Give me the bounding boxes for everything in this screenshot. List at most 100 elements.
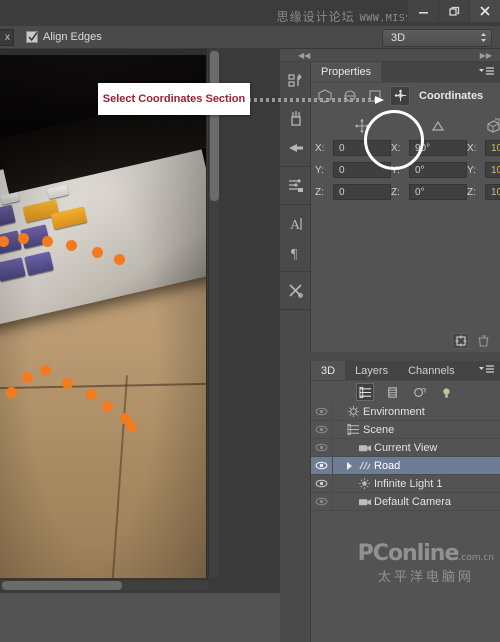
position-x-input[interactable]: 0 [333, 140, 391, 156]
canvas-viewport[interactable] [0, 49, 207, 578]
rail-group-brush [280, 100, 310, 167]
coordinates-column-icons [315, 114, 500, 138]
workspace-selector-value: 3D [391, 32, 406, 44]
tab-properties[interactable]: Properties [311, 62, 382, 82]
material-filter-icon[interactable] [410, 383, 428, 401]
coordinate-row-x: X: 0 X: 90° X: 100% [315, 138, 500, 158]
dock-divider[interactable] [280, 352, 500, 361]
visibility-toggle[interactable] [311, 402, 333, 421]
path-marker-dot [6, 387, 17, 398]
path-marker-dot [66, 240, 77, 251]
document-photo [0, 55, 206, 578]
history-icon[interactable] [280, 66, 311, 95]
forum-watermark-chinese: 思缘设计论坛 [276, 10, 355, 24]
delete-button[interactable] [475, 333, 492, 349]
position-z-input[interactable]: 0 [333, 184, 391, 200]
list-item[interactable]: Road [311, 456, 500, 475]
light-filter-icon[interactable] [437, 383, 455, 401]
mesh-filter-icon[interactable] [383, 383, 401, 401]
character-panel-icon[interactable]: A [280, 209, 311, 238]
coordinates-icon[interactable] [390, 85, 410, 106]
visibility-toggle[interactable] [311, 492, 333, 511]
rotation-z-input[interactable]: 0° [409, 184, 467, 200]
threed-panel-menu-button[interactable] [479, 365, 495, 375]
dock-collapse-bar[interactable]: ◀◀ ▶▶ [280, 49, 500, 62]
list-item[interactable]: Default Camera [311, 492, 500, 511]
adjustments-icon[interactable] [280, 171, 311, 200]
tab-3d-label: 3D [321, 364, 336, 377]
path-marker-dot [40, 365, 51, 376]
camera-icon [355, 497, 374, 507]
visibility-toggle[interactable] [311, 420, 333, 439]
scale-z-input[interactable]: 100% [485, 184, 500, 200]
window-controls [407, 0, 500, 22]
scale-axis-label: Y: [467, 164, 476, 176]
list-item-label: Scene [363, 423, 395, 436]
list-item[interactable]: Environment [311, 402, 500, 421]
path-marker-dot [86, 389, 97, 400]
tool-presets-icon[interactable] [280, 276, 311, 305]
brush-presets-icon[interactable] [280, 104, 311, 133]
site-watermark-domain: .com.cn [458, 553, 494, 563]
list-item[interactable]: Infinite Light 1 [311, 474, 500, 493]
list-item-label: Road [374, 459, 401, 472]
align-edges-control[interactable]: Align Edges [26, 31, 102, 43]
visibility-toggle[interactable] [311, 474, 333, 493]
rotation-x-input[interactable]: 90° [409, 140, 467, 156]
canvas-horizontal-scrollbar[interactable] [0, 579, 208, 590]
tool-options-numeric-field[interactable]: x [0, 28, 14, 46]
scale-icon [485, 118, 500, 134]
tab-3d[interactable]: 3D [311, 361, 346, 380]
light-icon [355, 477, 374, 490]
minimize-button[interactable] [407, 0, 438, 22]
tab-layers[interactable]: Layers [345, 361, 398, 380]
close-icon [480, 6, 490, 16]
path-marker-dot [102, 401, 113, 412]
scrollbar-thumb[interactable] [210, 51, 219, 201]
site-watermark: PConline.com.cn 太平洋电脑网 [358, 541, 494, 585]
clone-source-icon[interactable] [280, 133, 311, 162]
tab-channels-label: Channels [408, 364, 455, 377]
position-y-input[interactable]: 0 [333, 162, 391, 178]
workspace-selector[interactable]: 3D [382, 29, 492, 47]
collapse-right-icon[interactable]: ▶▶ [480, 51, 492, 60]
scale-y-input[interactable]: 100% [485, 162, 500, 178]
panel-menu-icon [479, 67, 494, 75]
mesh-icon [355, 460, 374, 472]
paragraph-panel-icon[interactable]: ¶ [280, 238, 311, 267]
eye-icon [315, 461, 328, 470]
annotation-callout: Select Coordinates Section [98, 83, 250, 115]
list-item[interactable]: Scene [311, 420, 500, 439]
restore-button[interactable] [438, 0, 469, 22]
document-area [0, 49, 280, 593]
path-marker-dot [22, 372, 33, 383]
align-edges-checkbox[interactable] [26, 31, 38, 43]
list-item-label: Current View [374, 441, 438, 454]
rail-group-history [280, 62, 310, 100]
scene-filter-icon[interactable] [356, 383, 374, 401]
rotation-y-input[interactable]: 0° [409, 162, 467, 178]
visibility-toggle[interactable] [311, 456, 333, 475]
list-item[interactable]: Current View [311, 438, 500, 457]
coordinates-reset-button[interactable] [452, 333, 469, 349]
path-marker-dot [62, 378, 73, 389]
tab-layers-label: Layers [355, 364, 389, 377]
stepper-icon [480, 32, 487, 43]
properties-panel: Properties Coordinates X: 0 X: 90° X: 10… [311, 62, 500, 352]
path-marker-dot [42, 236, 53, 247]
scrollbar-thumb[interactable] [2, 581, 122, 590]
environment-icon [344, 405, 363, 418]
properties-panel-menu-button[interactable] [479, 67, 495, 77]
move-icon [333, 118, 391, 134]
collapse-left-icon[interactable]: ◀◀ [298, 51, 310, 60]
path-marker-dot [114, 254, 125, 265]
canvas-vertical-scrollbar[interactable] [208, 49, 219, 578]
scale-x-input[interactable]: 100% [485, 140, 500, 156]
visibility-toggle[interactable] [311, 438, 333, 457]
expand-triangle[interactable] [344, 461, 355, 470]
close-button[interactable] [469, 0, 500, 22]
tab-channels[interactable]: Channels [398, 361, 464, 380]
coordinate-row-z: Z: 0 Z: 0° Z: 100% [315, 182, 500, 202]
rail-group-type: A ¶ [280, 205, 310, 272]
threed-tab-bar: 3D Layers Channels [311, 361, 500, 381]
